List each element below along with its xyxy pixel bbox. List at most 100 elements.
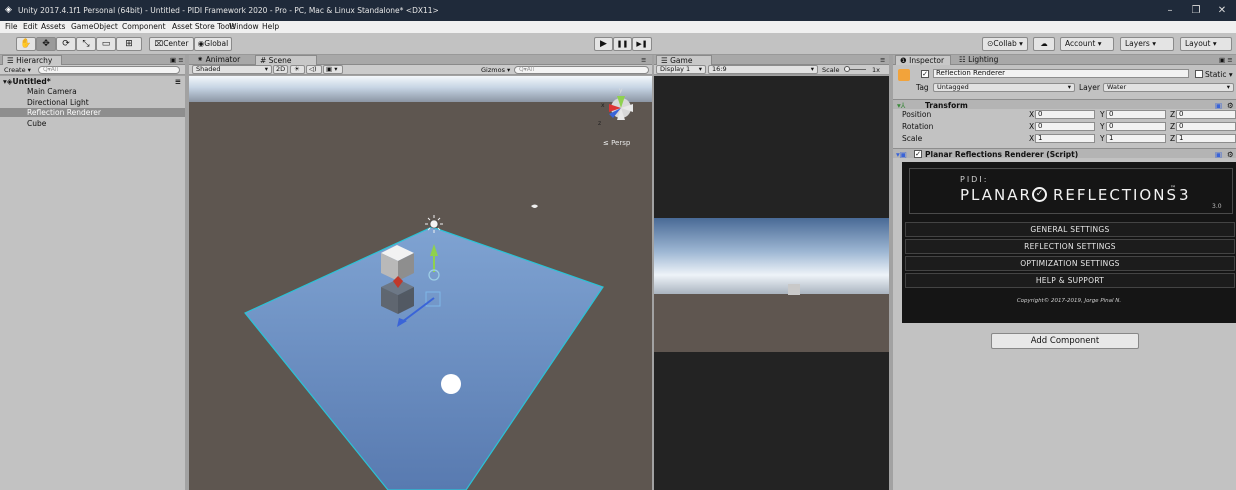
game-ground [654, 294, 889, 352]
rect-tool-icon[interactable]: ▭ [96, 37, 116, 51]
hierarchy-item-reflection-renderer[interactable]: Reflection Renderer [0, 108, 189, 117]
hand-tool-icon[interactable]: ✋ [16, 37, 36, 51]
optimization-settings-button[interactable]: OPTIMIZATION SETTINGS [905, 256, 1235, 271]
inspector-tab-bar: ❶ Inspector ☷ Lighting ▣ ≡ [893, 55, 1236, 66]
hierarchy-item-directional-light[interactable]: Directional Light [0, 98, 189, 107]
script-component-header[interactable]: ▾▣ ✓ Planar Reflections Renderer (Script… [893, 148, 1236, 159]
scene-menu-icon[interactable]: ≡ [175, 77, 181, 86]
menu-help[interactable]: Help [262, 22, 279, 31]
static-dropdown[interactable]: Static ▾ [1205, 70, 1233, 79]
minimize-button[interactable]: – [1160, 4, 1180, 17]
chevron-down-icon: ▾ [1097, 39, 1102, 48]
scale-slider-knob[interactable] [844, 66, 850, 72]
step-button[interactable]: ▶❚ [632, 37, 652, 51]
menu-component[interactable]: Component [122, 22, 166, 31]
help-icon[interactable]: ▣ [1215, 150, 1222, 159]
cloud-icon[interactable]: ☁ [1033, 37, 1055, 51]
menu-gameobject[interactable]: GameObject [71, 22, 118, 31]
help-support-button[interactable]: HELP & SUPPORT [905, 273, 1235, 288]
2d-toggle[interactable]: 2D [273, 65, 288, 74]
account-dropdown[interactable]: Account ▾ [1060, 37, 1114, 51]
rotation-y-field[interactable]: 0 [1106, 122, 1166, 131]
tag-label: Tag [916, 83, 929, 92]
panel-menu-icon[interactable]: ≡ [880, 56, 885, 64]
scale-x-field[interactable]: 1 [1035, 134, 1095, 143]
play-button[interactable]: ▶ [594, 37, 613, 51]
scene-audio-icon[interactable]: ◁) [306, 65, 322, 74]
perspective-label[interactable]: ≤ Persp [603, 139, 631, 147]
settings-gear-icon[interactable]: ⚙ [1227, 101, 1234, 110]
scale-tool-icon[interactable]: ⤡ [76, 37, 96, 51]
y-label: Y [1100, 122, 1105, 131]
title-bar: ◈ Unity 2017.4.1f1 Personal (64bit) - Un… [0, 0, 1236, 21]
axis-x-label: x [601, 102, 605, 109]
panel-menu-icon[interactable]: ≡ [641, 56, 646, 64]
layers-dropdown[interactable]: Layers ▾ [1120, 37, 1174, 51]
layout-label: Layout [1185, 39, 1211, 48]
pivot-global-toggle[interactable]: ◉Global [194, 37, 232, 51]
rotate-tool-icon[interactable]: ⟳ [56, 37, 76, 51]
scene-effects-dropdown[interactable]: ▣ ▾ [323, 65, 343, 74]
scene-view-viewport[interactable]: y x z ≤ Persp [189, 76, 652, 490]
scene-search-input[interactable]: Q▾All [514, 66, 649, 74]
add-component-button[interactable]: Add Component [991, 333, 1139, 349]
script-icon: ▾▣ [896, 150, 907, 159]
shading-mode-dropdown[interactable]: Shaded ▾ [192, 65, 272, 74]
menu-file[interactable]: File [5, 22, 18, 31]
menu-window[interactable]: Window [229, 22, 259, 31]
menu-edit[interactable]: Edit [23, 22, 38, 31]
sky-horizon [189, 76, 652, 102]
transform-tool-icon[interactable]: ⊞ [116, 37, 142, 51]
hierarchy-item-cube[interactable]: Cube [0, 119, 189, 128]
create-dropdown[interactable]: Create ▾ [4, 66, 31, 74]
hierarchy-search-input[interactable]: Q▾All [38, 66, 180, 74]
settings-gear-icon[interactable]: ⚙ [1227, 150, 1234, 159]
layer-dropdown[interactable]: Water ▾ [1103, 83, 1234, 92]
layer-label: Layer [1079, 83, 1100, 92]
aspect-dropdown[interactable]: 16:9 ▾ [708, 65, 818, 74]
display-dropdown[interactable]: Display 1 ▾ [656, 65, 706, 74]
lock-icon[interactable]: ▣ ≡ [170, 56, 184, 64]
position-y-field[interactable]: 0 [1106, 110, 1166, 119]
close-button[interactable]: ✕ [1212, 4, 1232, 17]
menu-asset-store-tools[interactable]: Asset Store Tools [172, 22, 236, 31]
pause-button[interactable]: ❚❚ [613, 37, 632, 51]
maximize-button[interactable]: ❐ [1186, 4, 1206, 17]
collab-button[interactable]: ⊙Collab ▾ [982, 37, 1028, 51]
layout-dropdown[interactable]: Layout ▾ [1180, 37, 1232, 51]
scale-z-field[interactable]: 1 [1176, 134, 1236, 143]
scale-y-field[interactable]: 1 [1106, 134, 1166, 143]
scale-slider[interactable] [844, 66, 866, 72]
hierarchy-item-main-camera[interactable]: Main Camera [0, 87, 189, 96]
active-checkbox[interactable]: ✓ [921, 70, 929, 78]
rotation-x-field[interactable]: 0 [1035, 122, 1095, 131]
object-name-field[interactable]: Reflection Renderer [933, 69, 1189, 78]
rotation-z-field[interactable]: 0 [1176, 122, 1236, 131]
pivot-center-toggle[interactable]: ⌧Center [149, 37, 194, 51]
move-tool-icon[interactable]: ✥ [36, 37, 56, 51]
game-view-viewport[interactable] [654, 76, 889, 490]
tag-dropdown[interactable]: Untagged ▾ [933, 83, 1075, 92]
static-checkbox[interactable] [1195, 70, 1203, 78]
display-label: Display 1 [660, 65, 691, 73]
unity-logo-icon: ◈ [5, 5, 12, 15]
chevron-down-icon: ▾ [264, 65, 268, 73]
reflection-settings-button[interactable]: REFLECTION SETTINGS [905, 239, 1235, 254]
scene-lighting-icon[interactable]: ☀ [290, 65, 305, 74]
sphere-reflection-probe[interactable] [441, 374, 461, 394]
x-label: X [1029, 134, 1035, 143]
position-x-field[interactable]: 0 [1035, 110, 1095, 119]
scene-root[interactable]: ▾◈Untitled* ≡ [0, 77, 189, 86]
general-settings-button[interactable]: GENERAL SETTINGS [905, 222, 1235, 237]
script-enabled-checkbox[interactable]: ✓ [914, 150, 922, 158]
menu-bar: File Edit Assets GameObject Component As… [0, 21, 1236, 33]
aspect-label: 16:9 [712, 65, 727, 73]
position-z-field[interactable]: 0 [1176, 110, 1236, 119]
help-icon[interactable]: ▣ [1215, 101, 1222, 110]
transform-header[interactable]: ▾⅄ Transform ▣ ⚙ [893, 99, 1236, 110]
lock-icon[interactable]: ▣ ≡ [1219, 56, 1233, 64]
gizmos-dropdown[interactable]: Gizmos ▾ [481, 66, 510, 74]
unity-scene-icon: ▾◈ [3, 77, 13, 86]
menu-assets[interactable]: Assets [41, 22, 65, 31]
layers-label: Layers [1125, 39, 1150, 48]
